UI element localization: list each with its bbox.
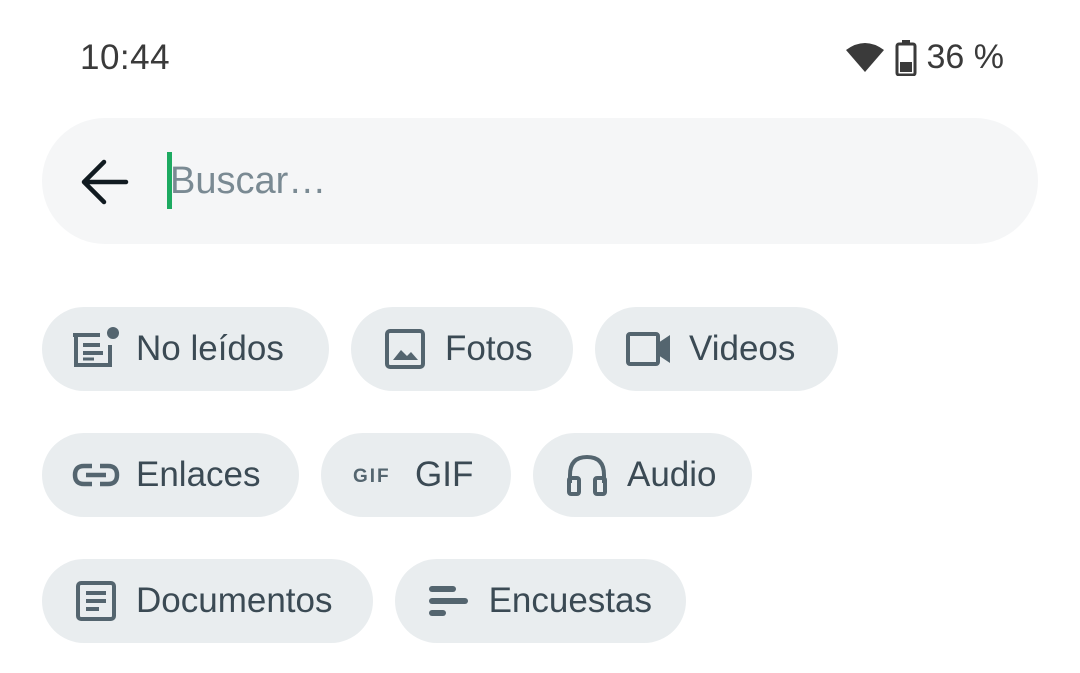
filter-label-polls: Encuestas xyxy=(488,581,652,620)
filter-row-2: Enlaces GIF GIF Audio xyxy=(42,433,752,517)
filter-label-documents: Documentos xyxy=(136,581,333,620)
filter-label-unread: No leídos xyxy=(136,329,284,368)
filter-chip-videos[interactable]: Videos xyxy=(595,307,838,391)
filter-chip-documents[interactable]: Documentos xyxy=(42,559,373,643)
poll-icon xyxy=(423,579,475,623)
link-icon xyxy=(70,453,122,497)
wifi-icon xyxy=(845,42,885,74)
document-icon xyxy=(70,579,122,623)
filter-label-videos: Videos xyxy=(689,329,796,368)
status-indicators: 36 % xyxy=(845,38,1005,77)
status-bar: 10:44 36 % xyxy=(0,0,1080,120)
text-cursor xyxy=(167,152,172,209)
filter-chip-photos[interactable]: Fotos xyxy=(351,307,573,391)
image-icon xyxy=(379,327,431,371)
filter-label-photos: Fotos xyxy=(445,329,533,368)
filter-label-links: Enlaces xyxy=(136,455,261,494)
filter-row-1: No leídos Fotos Videos xyxy=(42,307,838,391)
battery-percent: 36 % xyxy=(926,38,1005,76)
search-input[interactable] xyxy=(166,150,990,212)
filter-chip-gif[interactable]: GIF GIF xyxy=(321,433,511,517)
video-icon xyxy=(623,327,675,371)
back-button[interactable] xyxy=(80,158,132,206)
filter-chip-unread[interactable]: No leídos xyxy=(42,307,329,391)
status-time: 10:44 xyxy=(80,38,171,77)
headphones-icon xyxy=(561,453,613,497)
battery-icon xyxy=(895,39,917,76)
filter-chip-polls[interactable]: Encuestas xyxy=(395,559,686,643)
gif-icon: GIF xyxy=(349,453,401,497)
arrow-left-icon xyxy=(80,159,132,210)
filter-label-gif: GIF xyxy=(415,455,474,494)
filter-chip-audio[interactable]: Audio xyxy=(533,433,752,517)
unread-icon xyxy=(70,327,122,371)
svg-text:GIF: GIF xyxy=(353,466,391,487)
filter-chip-links[interactable]: Enlaces xyxy=(42,433,299,517)
filter-label-audio: Audio xyxy=(627,455,717,494)
filter-row-3: Documentos Encuestas xyxy=(42,559,686,643)
